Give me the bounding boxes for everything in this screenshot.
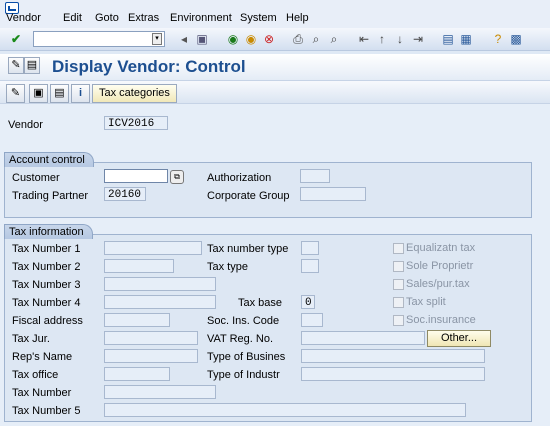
menu-vendor[interactable]: Vendor [6, 12, 41, 24]
authorization-label: Authorization [207, 172, 272, 184]
back-icon[interactable]: ◉ [225, 31, 241, 47]
next-page-icon[interactable]: ↓ [392, 31, 408, 47]
display-change-icon[interactable]: ✎ [8, 57, 24, 74]
tax-number-4-label: Tax Number 4 [12, 297, 81, 309]
tax-jur-field[interactable] [104, 331, 198, 345]
reps-name-label: Rep's Name [12, 351, 73, 363]
reps-name-field[interactable] [104, 349, 198, 363]
type-of-industry-field[interactable] [301, 367, 485, 381]
customize-icon[interactable]: ▩ [508, 31, 524, 47]
find-icon[interactable]: ⌕ [308, 31, 324, 47]
exit-icon[interactable]: ◉ [243, 31, 259, 47]
tax-categories-button[interactable]: Tax categories [92, 84, 177, 103]
tax-split-label: Tax split [406, 296, 446, 308]
tax-base-label: Tax base [238, 297, 283, 309]
first-page-icon[interactable]: ⇤ [356, 31, 372, 47]
corporate-group-field[interactable] [300, 187, 366, 201]
sole-proprietor-label: Sole Proprietr [406, 260, 474, 272]
authorization-field[interactable] [300, 169, 330, 183]
save-icon[interactable]: ▣ [194, 31, 210, 47]
tax-number-3-field[interactable] [104, 277, 216, 291]
soc-ins-code-label: Soc. Ins. Code [207, 315, 280, 327]
type-of-industry-label: Type of Industr [207, 369, 280, 381]
chevron-left-icon[interactable]: ◂ [176, 31, 192, 47]
tax-office-label: Tax office [12, 369, 59, 381]
command-history-icon[interactable]: ▾ [152, 33, 162, 45]
tax-number-2-label: Tax Number 2 [12, 261, 81, 273]
enter-icon[interactable]: ✔ [8, 31, 24, 47]
tax-number-type-field[interactable] [301, 241, 319, 255]
other-object-icon[interactable]: ▤ [24, 57, 40, 74]
vat-reg-no-label: VAT Reg. No. [207, 333, 274, 345]
vendor-field[interactable]: ICV2016 [104, 116, 168, 130]
menu-edit[interactable]: Edit [63, 12, 82, 24]
print-icon[interactable]: ⎙ [290, 31, 306, 47]
tax-number-type-label: Tax number type [207, 243, 289, 255]
menu-extras[interactable]: Extras [128, 12, 159, 24]
trading-partner-field[interactable]: 20160 [104, 187, 146, 201]
menu-help[interactable]: Help [286, 12, 309, 24]
equalization-tax-checkbox[interactable] [393, 243, 404, 254]
find-next-icon[interactable]: ⌕ [326, 31, 342, 47]
command-field[interactable]: ▾ [33, 31, 165, 47]
trading-partner-label: Trading Partner [12, 190, 89, 202]
fiscal-address-field[interactable] [104, 313, 170, 327]
equalization-tax-label: Equalizatn tax [406, 242, 476, 254]
info-icon[interactable]: i [71, 84, 90, 103]
tax-number-2-field[interactable] [104, 259, 174, 273]
tax-number-1-field[interactable] [104, 241, 202, 255]
soc-insurance-label: Soc.insurance [406, 314, 476, 326]
cancel-icon[interactable]: ⊗ [261, 31, 277, 47]
menu-goto[interactable]: Goto [95, 12, 119, 24]
title-bar: ✎ ▤ Display Vendor: Control [0, 54, 550, 81]
menu-bar: Vendor Edit Goto Extras Environment Syst… [0, 0, 550, 28]
tax-number-5-field[interactable] [104, 403, 466, 417]
standard-toolbar: ✔ ▾ ◂ ▣ ◉ ◉ ⊗ ⎙ ⌕ ⌕ ⇤ ↑ ↓ ⇥ ▤ ▦ ? ▩ [0, 28, 550, 51]
tax-base-field[interactable]: 0 [301, 295, 315, 309]
tax-number-field[interactable] [104, 385, 216, 399]
customer-label: Customer [12, 172, 60, 184]
help-icon[interactable]: ? [490, 31, 506, 47]
edit-pencil-icon[interactable]: ✎ [6, 84, 25, 103]
tax-number-label: Tax Number [12, 387, 72, 399]
tax-number-3-label: Tax Number 3 [12, 279, 81, 291]
tax-number-4-field[interactable] [104, 295, 216, 309]
tax-split-checkbox[interactable] [393, 297, 404, 308]
tax-number-1-label: Tax Number 1 [12, 243, 81, 255]
page-title: Display Vendor: Control [52, 57, 246, 76]
soc-ins-code-field[interactable] [301, 313, 323, 327]
administrative-data-icon[interactable]: ▣ [29, 84, 48, 103]
menu-environment[interactable]: Environment [170, 12, 232, 24]
corporate-group-label: Corporate Group [207, 190, 290, 202]
matchcode-icon[interactable]: ⧉ [170, 170, 184, 184]
type-of-business-field[interactable] [301, 349, 485, 363]
document-icon[interactable]: ▤ [50, 84, 69, 103]
tax-office-field[interactable] [104, 367, 170, 381]
tax-information-header: Tax information [4, 224, 93, 239]
vat-reg-no-field[interactable] [301, 331, 425, 345]
tax-jur-label: Tax Jur. [12, 333, 50, 345]
other-button[interactable]: Other... [427, 330, 491, 347]
type-of-business-label: Type of Busines [207, 351, 286, 363]
customer-input[interactable] [104, 169, 168, 183]
shortcut-icon[interactable]: ▦ [458, 31, 474, 47]
vendor-label: Vendor [8, 119, 43, 131]
account-control-header: Account control [4, 152, 94, 167]
fiscal-address-label: Fiscal address [12, 315, 83, 327]
sales-pur-tax-checkbox[interactable] [393, 279, 404, 290]
new-session-icon[interactable]: ▤ [440, 31, 456, 47]
sole-proprietor-checkbox[interactable] [393, 261, 404, 272]
menu-system[interactable]: System [240, 12, 277, 24]
soc-insurance-checkbox[interactable] [393, 315, 404, 326]
tax-type-label: Tax type [207, 261, 248, 273]
prev-page-icon[interactable]: ↑ [374, 31, 390, 47]
sales-pur-tax-label: Sales/pur.tax [406, 278, 470, 290]
last-page-icon[interactable]: ⇥ [410, 31, 426, 47]
tax-number-5-label: Tax Number 5 [12, 405, 81, 417]
tax-type-field[interactable] [301, 259, 319, 273]
